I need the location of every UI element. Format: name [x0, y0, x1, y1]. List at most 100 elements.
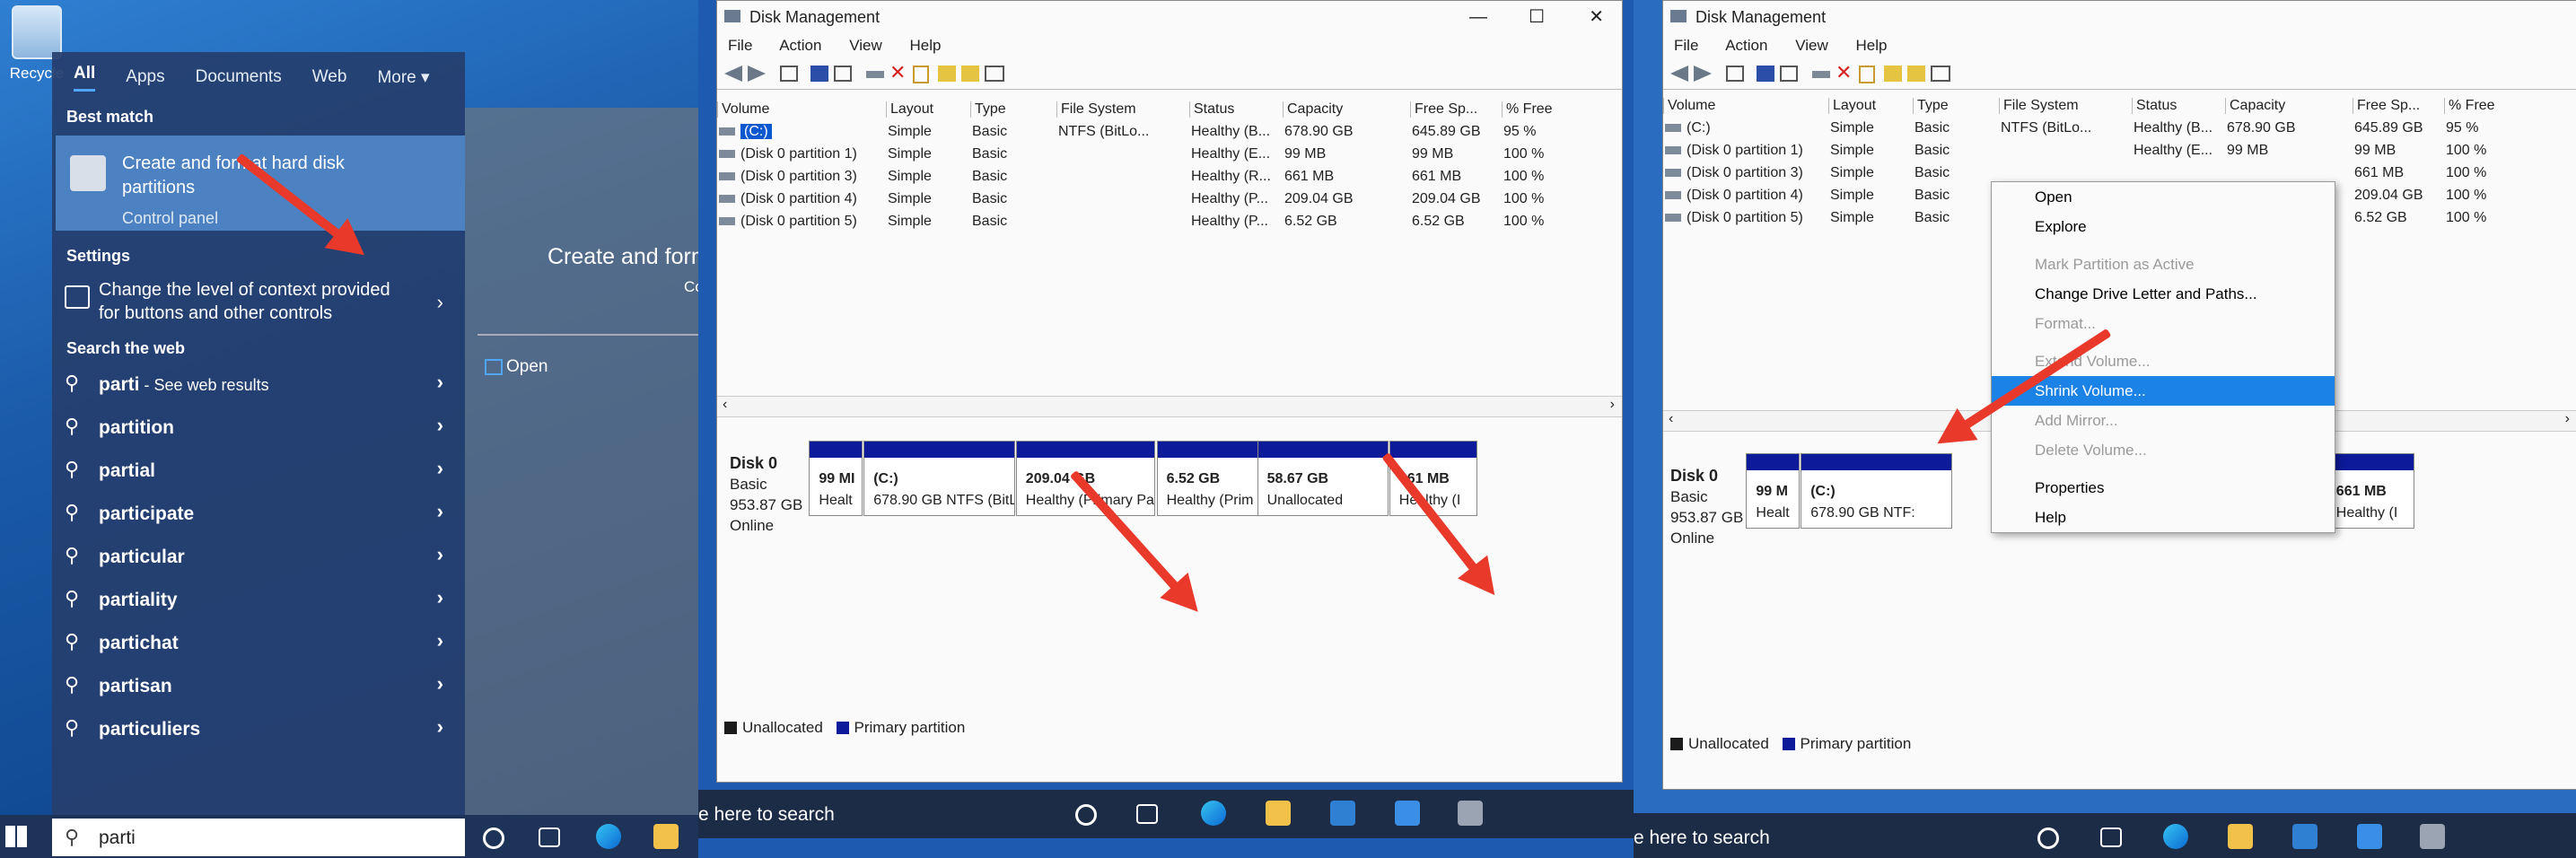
setting-result[interactable]: Change the level of context provided for…	[52, 273, 465, 339]
store-icon[interactable]	[2292, 824, 2318, 849]
scroll-left-icon[interactable]: ‹	[1669, 411, 1673, 427]
col-status[interactable]: Status	[2132, 98, 2177, 114]
col-layout[interactable]: Layout	[1828, 98, 1876, 114]
menu-help[interactable]: Help	[1855, 37, 1887, 54]
list-view-icon[interactable]	[985, 66, 1004, 82]
col-percent-free[interactable]: % Free	[1502, 101, 1553, 118]
file-explorer-icon[interactable]	[1266, 801, 1291, 826]
disk-management-taskbar-icon[interactable]	[1458, 801, 1483, 826]
delete-icon[interactable]: ✕	[1836, 61, 1853, 83]
open-button[interactable]: Open	[506, 357, 548, 377]
search-folder-icon[interactable]	[961, 66, 979, 82]
col-file-system[interactable]: File System	[1999, 98, 2079, 114]
file-explorer-icon[interactable]	[653, 824, 679, 849]
table-row[interactable]: (Disk 0 partition 4) Simple Basic Healthy (…	[717, 188, 1622, 210]
close-button[interactable]: ✕	[1589, 1, 1604, 33]
mail-icon[interactable]	[1395, 801, 1420, 826]
back-icon[interactable]	[724, 66, 742, 82]
context-menu-item[interactable]: Open	[1992, 182, 2335, 212]
col-capacity[interactable]: Capacity	[2225, 98, 2285, 114]
tab-more[interactable]: More ▾	[377, 67, 429, 88]
partition-block[interactable]: 58.67 GBUnallocated	[1257, 441, 1389, 516]
col-free-space[interactable]: Free Sp...	[1410, 101, 1477, 118]
forward-icon[interactable]	[1694, 66, 1712, 82]
connect-icon[interactable]	[1812, 71, 1830, 78]
web-result-item[interactable]: ⚲ partial ›	[52, 450, 465, 493]
properties-icon[interactable]	[1780, 66, 1798, 82]
col-type[interactable]: Type	[970, 101, 1006, 118]
col-free-space[interactable]: Free Sp...	[2353, 98, 2420, 114]
task-view-icon[interactable]	[539, 827, 560, 847]
menu-file[interactable]: File	[1674, 37, 1698, 54]
scroll-left-icon[interactable]: ‹	[723, 397, 727, 413]
web-result-item[interactable]: ⚲ particular ›	[52, 536, 465, 579]
table-row[interactable]: (Disk 0 partition 5) Simple Basic Healthy (…	[717, 210, 1622, 232]
web-result-item[interactable]: ⚲ partiality ›	[52, 579, 465, 622]
check-icon[interactable]	[1859, 66, 1875, 83]
menu-file[interactable]: File	[728, 37, 752, 54]
edge-icon[interactable]	[596, 824, 621, 849]
up-icon[interactable]	[1884, 66, 1902, 82]
cortana-icon[interactable]	[1075, 804, 1097, 826]
table-row[interactable]: (Disk 0 partition 3) Simple Basic Healthy (…	[717, 165, 1622, 188]
context-menu-item[interactable]: Shrink Volume...	[1992, 376, 2335, 406]
taskbar-search-hint[interactable]: e here to search	[698, 804, 835, 826]
web-result-item[interactable]: ⚲ parti - See web results ›	[52, 363, 465, 407]
web-result-item[interactable]: ⚲ partichat ›	[52, 622, 465, 665]
scroll-right-icon[interactable]: ›	[1610, 397, 1615, 413]
context-menu-item[interactable]: Help	[1992, 503, 2335, 532]
menu-view[interactable]: View	[849, 37, 882, 54]
search-input[interactable]: ⚲ parti	[52, 819, 465, 856]
partition-block[interactable]: 99 M Healt	[1746, 453, 1800, 529]
table-row[interactable]: (C:) Simple Basic NTFS (BitLo... Healthy (B.…	[1663, 117, 2576, 139]
disk-0-label[interactable]: Disk 0 Basic 953.87 GB Online	[1670, 466, 1743, 548]
context-menu-item[interactable]: Change Drive Letter and Paths...	[1992, 279, 2335, 309]
col-volume[interactable]: Volume	[1663, 98, 1715, 114]
web-result-item[interactable]: ⚲ particuliers ›	[52, 708, 465, 751]
menu-help[interactable]: Help	[909, 37, 941, 54]
col-capacity[interactable]: Capacity	[1283, 101, 1343, 118]
tab-all[interactable]: All	[74, 64, 96, 92]
minimize-button[interactable]: —	[1469, 1, 1487, 33]
disk-management-taskbar-icon[interactable]	[2420, 824, 2445, 849]
scroll-right-icon[interactable]: ›	[2565, 411, 2570, 427]
check-icon[interactable]	[913, 66, 929, 83]
file-explorer-icon[interactable]	[2228, 824, 2253, 849]
col-layout[interactable]: Layout	[886, 101, 933, 118]
disk-0-label[interactable]: Disk 0 Basic 953.87 GB Online	[730, 453, 802, 536]
taskbar-search-hint[interactable]: e here to search	[1634, 827, 1770, 849]
windows-start-icon[interactable]	[5, 826, 27, 847]
back-icon[interactable]	[1670, 66, 1688, 82]
cortana-icon[interactable]	[2037, 827, 2059, 849]
connect-icon[interactable]	[866, 71, 884, 78]
tab-apps[interactable]: Apps	[126, 67, 164, 87]
edge-icon[interactable]	[1201, 801, 1226, 826]
web-result-item[interactable]: ⚲ participate ›	[52, 493, 465, 536]
menu-action[interactable]: Action	[779, 37, 821, 54]
col-volume[interactable]: Volume	[717, 101, 769, 118]
task-view-icon[interactable]	[1136, 804, 1158, 824]
store-icon[interactable]	[1330, 801, 1355, 826]
menu-view[interactable]: View	[1795, 37, 1828, 54]
col-percent-free[interactable]: % Free	[2444, 98, 2495, 114]
best-match-result[interactable]: Create and format hard disk partitions C…	[56, 136, 465, 231]
web-result-item[interactable]: ⚲ partition ›	[52, 407, 465, 450]
search-folder-icon[interactable]	[1907, 66, 1925, 82]
help-icon[interactable]	[810, 66, 828, 82]
col-status[interactable]: Status	[1189, 101, 1234, 118]
horizontal-scrollbar[interactable]: ‹ ›	[717, 396, 1622, 417]
cortana-icon[interactable]	[483, 827, 504, 849]
properties-icon[interactable]	[834, 66, 852, 82]
partition-block[interactable]: 209.04 GB Healthy (Primary Pa	[1015, 441, 1156, 516]
console-tree-icon[interactable]	[1726, 66, 1744, 82]
partition-block[interactable]: (C:)678.90 GB NTF:Healthy (Boot,	[1801, 453, 1952, 529]
col-file-system[interactable]: File System	[1056, 101, 1136, 118]
table-row[interactable]: (Disk 0 partition 1) Simple Basic Healthy (…	[717, 143, 1622, 165]
tab-web[interactable]: Web	[312, 67, 347, 87]
task-view-icon[interactable]	[2100, 827, 2122, 847]
edge-icon[interactable]	[2163, 824, 2188, 849]
forward-icon[interactable]	[748, 66, 766, 82]
table-row[interactable]: (Disk 0 partition 1) Simple Basic Healthy (…	[1663, 139, 2576, 162]
partition-block[interactable]: 99 MI Healt	[809, 441, 863, 516]
console-tree-icon[interactable]	[780, 66, 798, 82]
